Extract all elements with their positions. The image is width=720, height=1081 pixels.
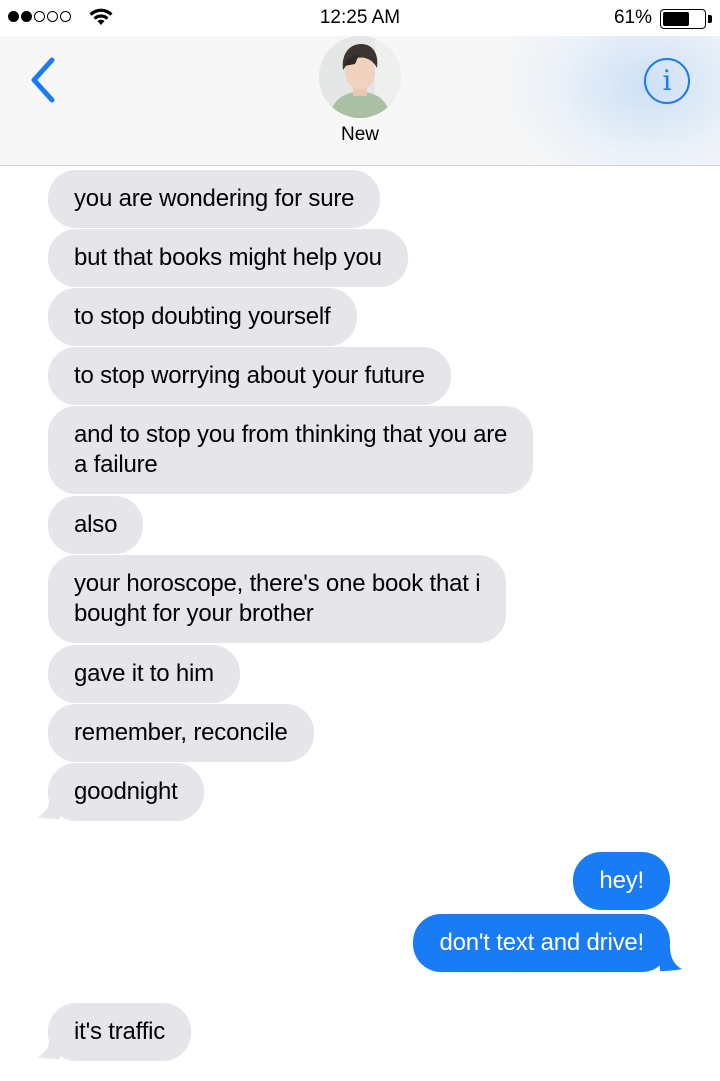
message-text: hey!: [599, 867, 644, 894]
message-text-line: and to stop you from thinking that you a…: [74, 421, 508, 448]
message-text: but that books might help you: [74, 244, 382, 271]
battery-icon: [660, 9, 706, 29]
message-bubble-incoming[interactable]: it's traffic: [48, 1003, 192, 1061]
chevron-left-icon: [31, 57, 55, 103]
message-text-line: a failure: [74, 451, 158, 478]
message-bubble-incoming[interactable]: but that books might help you: [48, 229, 408, 287]
message-text: don't text and drive!: [439, 929, 644, 956]
message-bubble-incoming[interactable]: to stop doubting yourself: [48, 288, 357, 346]
message-text: it's traffic: [74, 1018, 166, 1045]
message-bubble-incoming[interactable]: you are wondering for sure: [48, 170, 381, 228]
message-text: goodnight: [74, 778, 178, 805]
header-glow: [500, 36, 720, 165]
conversation-header: New i: [0, 36, 720, 166]
message-bubble-outgoing[interactable]: don't text and drive!: [413, 914, 670, 972]
info-circle-icon: i: [662, 64, 672, 97]
status-bar: 12:25 AM 61%: [0, 0, 720, 36]
battery-tip: [708, 15, 712, 23]
message-text: gave it to him: [74, 660, 214, 687]
message-text: remember, reconcile: [74, 719, 288, 746]
message-bubble-incoming[interactable]: goodnight: [48, 763, 204, 821]
message-text: to stop worrying about your future: [74, 362, 425, 389]
message-bubble-outgoing[interactable]: hey!: [573, 852, 670, 910]
message-text-line: your horoscope, there's one book that i: [74, 570, 481, 597]
contact-avatar[interactable]: [319, 36, 401, 118]
messages-screen: 12:25 AM 61% New i you are wondering for…: [0, 0, 720, 1081]
battery-percent: 61%: [613, 7, 652, 28]
avatar-photo: [319, 36, 401, 118]
message-bubble-incoming[interactable]: also: [48, 496, 144, 554]
message-text-line: bought for your brother: [74, 600, 314, 627]
back-button[interactable]: [24, 54, 64, 106]
message-text: to stop doubting yourself: [74, 303, 331, 330]
info-button[interactable]: i: [644, 58, 690, 104]
contact-name[interactable]: New: [0, 124, 720, 146]
message-bubble-incoming[interactable]: remember, reconcile: [48, 704, 314, 762]
message-bubble-incoming[interactable]: to stop worrying about your future: [48, 347, 451, 405]
message-text: also: [74, 511, 118, 538]
message-bubble-incoming[interactable]: your horoscope, there's one book that i …: [48, 555, 507, 643]
status-time: 12:25 AM: [319, 7, 401, 28]
message-bubble-incoming[interactable]: gave it to him: [48, 645, 240, 703]
message-bubble-incoming[interactable]: and to stop you from thinking that you a…: [48, 406, 534, 494]
message-text: you are wondering for sure: [74, 185, 355, 212]
battery-level-fill: [663, 12, 689, 26]
